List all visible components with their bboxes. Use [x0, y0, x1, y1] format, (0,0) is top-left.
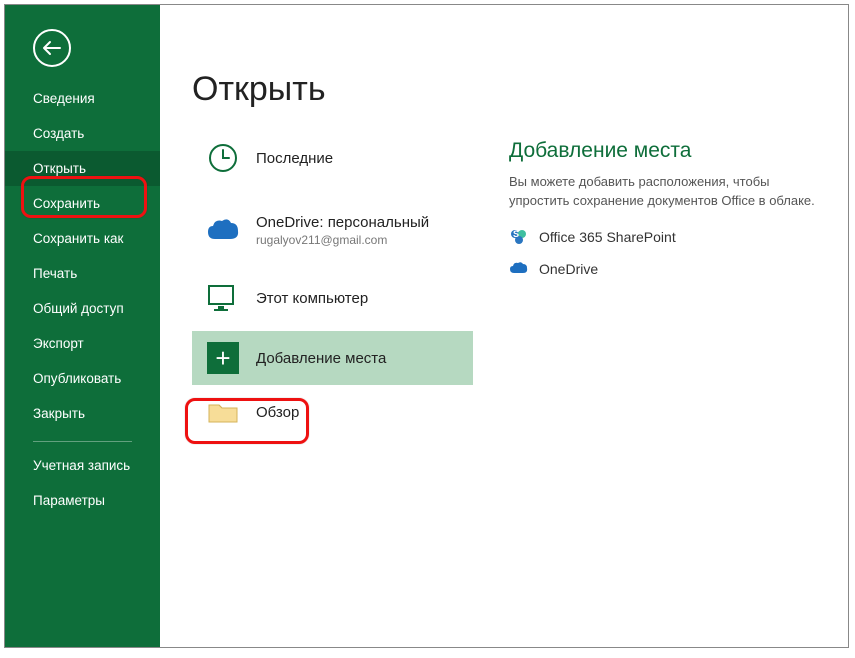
- add-place-option-label: OneDrive: [539, 261, 598, 277]
- location-label: Обзор: [256, 404, 299, 421]
- back-button[interactable]: [33, 29, 71, 67]
- sidebar-item[interactable]: Учетная запись: [5, 448, 160, 483]
- main-panel: Открыть Последние OneDrive: персональный r…: [160, 5, 848, 647]
- location-list: Последние OneDrive: персональный rugalyov2…: [160, 131, 473, 439]
- recent-icon: [207, 142, 239, 174]
- sidebar-item[interactable]: Создать: [5, 116, 160, 151]
- add-place-sharepoint[interactable]: S Office 365 SharePoint: [509, 227, 828, 247]
- sidebar-item[interactable]: Экспорт: [5, 326, 160, 361]
- location-item[interactable]: Последние: [192, 131, 473, 185]
- onedrive-icon: [206, 217, 240, 243]
- sidebar-item[interactable]: Общий доступ: [5, 291, 160, 326]
- folder-icon: [206, 398, 240, 426]
- sidebar-item[interactable]: Сохранить: [5, 186, 160, 221]
- svg-text:S: S: [513, 229, 519, 239]
- location-label: OneDrive: персональный: [256, 214, 429, 231]
- location-label: Этот компьютер: [256, 290, 368, 307]
- add-place-heading: Добавление места: [509, 139, 828, 163]
- sidebar-item[interactable]: Параметры: [5, 483, 160, 518]
- location-sublabel: rugalyov211@gmail.com: [256, 233, 429, 247]
- add-place-description: Вы можете добавить расположения, чтобы у…: [509, 173, 828, 211]
- sidebar-item[interactable]: Сохранить как: [5, 221, 160, 256]
- add-place-option-label: Office 365 SharePoint: [539, 229, 676, 245]
- sidebar-item[interactable]: Закрыть: [5, 396, 160, 431]
- location-item[interactable]: Обзор: [192, 385, 473, 439]
- sharepoint-icon: S: [509, 227, 529, 247]
- arrow-left-icon: [42, 40, 62, 56]
- add-place-panel: Добавление места Вы можете добавить расп…: [473, 131, 848, 439]
- sidebar-item[interactable]: Сведения: [5, 81, 160, 116]
- sidebar-item[interactable]: Открыть: [5, 151, 160, 186]
- location-item[interactable]: Этот компьютер: [192, 271, 473, 325]
- this-pc-icon: [206, 283, 240, 313]
- sidebar-item[interactable]: Опубликовать: [5, 361, 160, 396]
- location-label: Последние: [256, 150, 333, 167]
- page-title: Открыть: [192, 70, 848, 109]
- sidebar: СведенияСоздатьОткрытьСохранитьСохранить…: [5, 5, 160, 647]
- location-item[interactable]: + Добавление места: [192, 331, 473, 385]
- location-item[interactable]: OneDrive: персональный rugalyov211@gmail.…: [192, 203, 473, 257]
- sidebar-separator: [33, 441, 132, 442]
- add-place-onedrive[interactable]: OneDrive: [509, 259, 828, 279]
- onedrive-icon: [509, 259, 529, 279]
- sidebar-item[interactable]: Печать: [5, 256, 160, 291]
- plus-icon: +: [207, 342, 239, 374]
- location-label: Добавление места: [256, 350, 386, 367]
